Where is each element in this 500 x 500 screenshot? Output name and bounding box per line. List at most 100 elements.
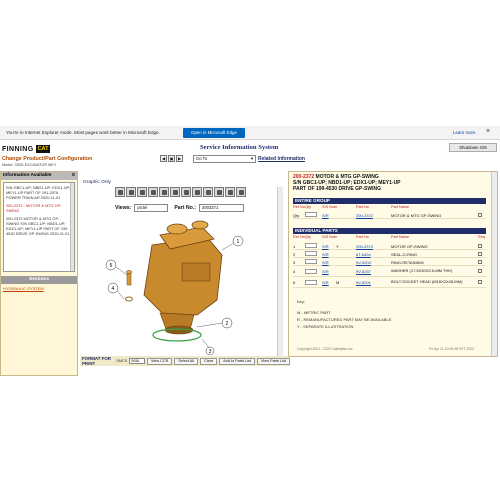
part-no-link[interactable]: 200-2372 [356, 213, 391, 218]
select-icon[interactable] [159, 187, 169, 197]
goto-select[interactable]: Go To ▼ [193, 155, 256, 163]
part-name: SEAL-O-RING [391, 251, 418, 257]
qty-input[interactable] [305, 212, 317, 217]
print-toolbar: FORMAT FOR PRINT SMCS 5058 View CCR Sele… [80, 356, 290, 366]
part-no-field[interactable]: 2003371 [198, 204, 244, 212]
col-qty: Qty [305, 205, 311, 209]
add-to-parts-list-button[interactable]: Add to Parts List [219, 357, 255, 365]
row-checkbox[interactable] [478, 269, 482, 273]
parts-title: 200-2372 MOTOR & MTG GP-SWING S/N GBC1-U… [289, 172, 497, 194]
col-part-name: Part Name [391, 235, 410, 239]
open-in-edge-button[interactable]: Open in Microsoft Edge [183, 128, 245, 138]
hydraulic-system-link[interactable]: HYDRAULIC SYSTEM [1, 284, 77, 293]
sr-link[interactable]: S/R [322, 269, 336, 274]
part-no-link[interactable]: 200-2373 [356, 244, 391, 249]
list-item-selected[interactable]: 200-2372 - MOTOR & MTG GP-SWING [6, 203, 72, 213]
learn-more-link[interactable]: Learn more [453, 130, 475, 135]
col-ref-no: Ref No [293, 205, 305, 209]
row-checkbox[interactable] [478, 243, 482, 248]
related-information-link[interactable]: Related Information [258, 156, 305, 162]
back-icon[interactable]: ◀ [160, 155, 167, 162]
shutdown-sis-button[interactable]: Shutdown SIS [449, 143, 497, 152]
part-name: BOLT-SOCKET HEAD (M16X2X45-MM) [391, 279, 463, 285]
hotspot-icon[interactable] [214, 187, 224, 197]
col-sis-note: SIS Note [322, 205, 338, 209]
qty-input[interactable] [305, 268, 317, 274]
row-note: Y [336, 243, 339, 249]
information-list[interactable]: S/N GBC1-UP; NBD1-UP; EDX1-UP; MEY1-UP P… [3, 182, 75, 272]
views-row: Views: pictel Part No.: 2003371 [115, 204, 244, 212]
callout-2-label: 2 [226, 321, 229, 327]
row-checkbox[interactable] [478, 280, 482, 284]
sr-link[interactable]: S/R [322, 244, 336, 249]
part-no-link[interactable]: 9V-5204 [356, 260, 391, 265]
sr-link[interactable]: S/R [322, 252, 336, 257]
scrollbar[interactable] [70, 183, 74, 271]
view-parts-list-button[interactable]: View Parts List [256, 357, 290, 365]
parts-illustration[interactable]: 1 2 3 4 5 [82, 215, 285, 356]
qty-input[interactable] [305, 251, 317, 256]
table-row: Qty S/R 200-2372 MOTOR & MTG GP-SWING [293, 212, 486, 219]
qty-input[interactable] [305, 279, 317, 285]
view-ccr-button[interactable]: View CCR [146, 357, 173, 365]
callout-3-label: 3 [209, 349, 212, 355]
app-header: FINNING CAT Service Information System S… [0, 140, 500, 168]
sections-header: Sections [1, 276, 77, 284]
col-req: Req [478, 235, 485, 239]
zoom-in-icon[interactable] [115, 187, 125, 197]
qty-input[interactable] [305, 259, 317, 264]
graphic-scrollbar[interactable] [277, 187, 283, 362]
chevron-down-icon: ▼ [250, 156, 254, 161]
panel-title: Information Available [3, 173, 52, 178]
col-sis-note: SIS Note [322, 235, 338, 239]
goto-value: Go To [196, 156, 208, 161]
help-icon[interactable] [225, 187, 235, 197]
part-no-link[interactable]: 9V-8201 [356, 280, 391, 285]
select-all-button[interactable]: Select All [174, 357, 199, 365]
table-row: 2 S/R 8T-6404 SEAL-O-RING [293, 251, 486, 258]
cat-logo: CAT [35, 145, 51, 153]
settings-icon[interactable] [236, 187, 246, 197]
print-icon[interactable] [181, 187, 191, 197]
sr-link[interactable]: S/R [322, 260, 336, 265]
row-no: 1 [293, 243, 296, 249]
reset-icon[interactable] [203, 187, 213, 197]
table-row: 4 S/R 9V-8257 WASHER (17.5X30X3.5-MM THK… [293, 267, 486, 277]
nav-icon-group: ◀ ▣ ▶ [160, 155, 183, 162]
callout-5-label: 5 [110, 263, 113, 269]
row-no: 4 [293, 269, 296, 274]
print-icon[interactable]: ▣ [168, 155, 175, 162]
sr-link[interactable]: S/R [322, 280, 336, 285]
logo-word: FINNING [2, 145, 34, 153]
part-no-link[interactable]: 8T-6404 [356, 252, 391, 257]
col-part-name: Part Name [391, 205, 410, 209]
rotate-icon[interactable] [170, 187, 180, 197]
close-icon[interactable]: × [486, 128, 490, 135]
forward-icon[interactable]: ▶ [176, 155, 183, 162]
scrollbar[interactable] [491, 172, 497, 356]
copy-icon[interactable] [192, 187, 202, 197]
row-checkbox[interactable] [478, 251, 482, 256]
close-icon[interactable]: X [72, 172, 75, 180]
col-qty: Qty [305, 235, 311, 239]
graphic-only-link[interactable]: Graphic Only [83, 180, 111, 185]
qty-input[interactable] [305, 243, 317, 248]
list-item[interactable]: 200-2372 MOTOR & MTG GP-SWING S/N GBC1-U… [6, 216, 72, 236]
zoom-out-icon[interactable] [126, 187, 136, 197]
list-item[interactable]: S/N GBC1-UP; NBD1-UP; EDX1-UP; MEY1-UP P… [6, 185, 72, 200]
row-no: 5 [293, 280, 296, 285]
views-select[interactable]: pictel [134, 204, 169, 212]
clear-button[interactable]: Clear [200, 357, 218, 365]
table-row: 3 S/R 9V-5204 RING-RETAINING [293, 259, 486, 266]
pan-icon[interactable] [148, 187, 158, 197]
col-part-no: Part No [356, 205, 369, 209]
smcs-select[interactable]: 5058 [129, 358, 145, 364]
row-checkbox[interactable] [478, 259, 482, 264]
callout-4-label: 4 [112, 286, 115, 292]
fit-icon[interactable] [137, 187, 147, 197]
table-row: 5 S/R M 9V-8201 BOLT-SOCKET HEAD (M16X2X… [293, 278, 486, 288]
row-checkbox[interactable] [478, 212, 482, 217]
change-product-link[interactable]: Change Product/Part Configuration [2, 156, 92, 162]
part-no-link[interactable]: 9V-8257 [356, 269, 391, 274]
sr-link[interactable]: S/R [322, 213, 336, 218]
